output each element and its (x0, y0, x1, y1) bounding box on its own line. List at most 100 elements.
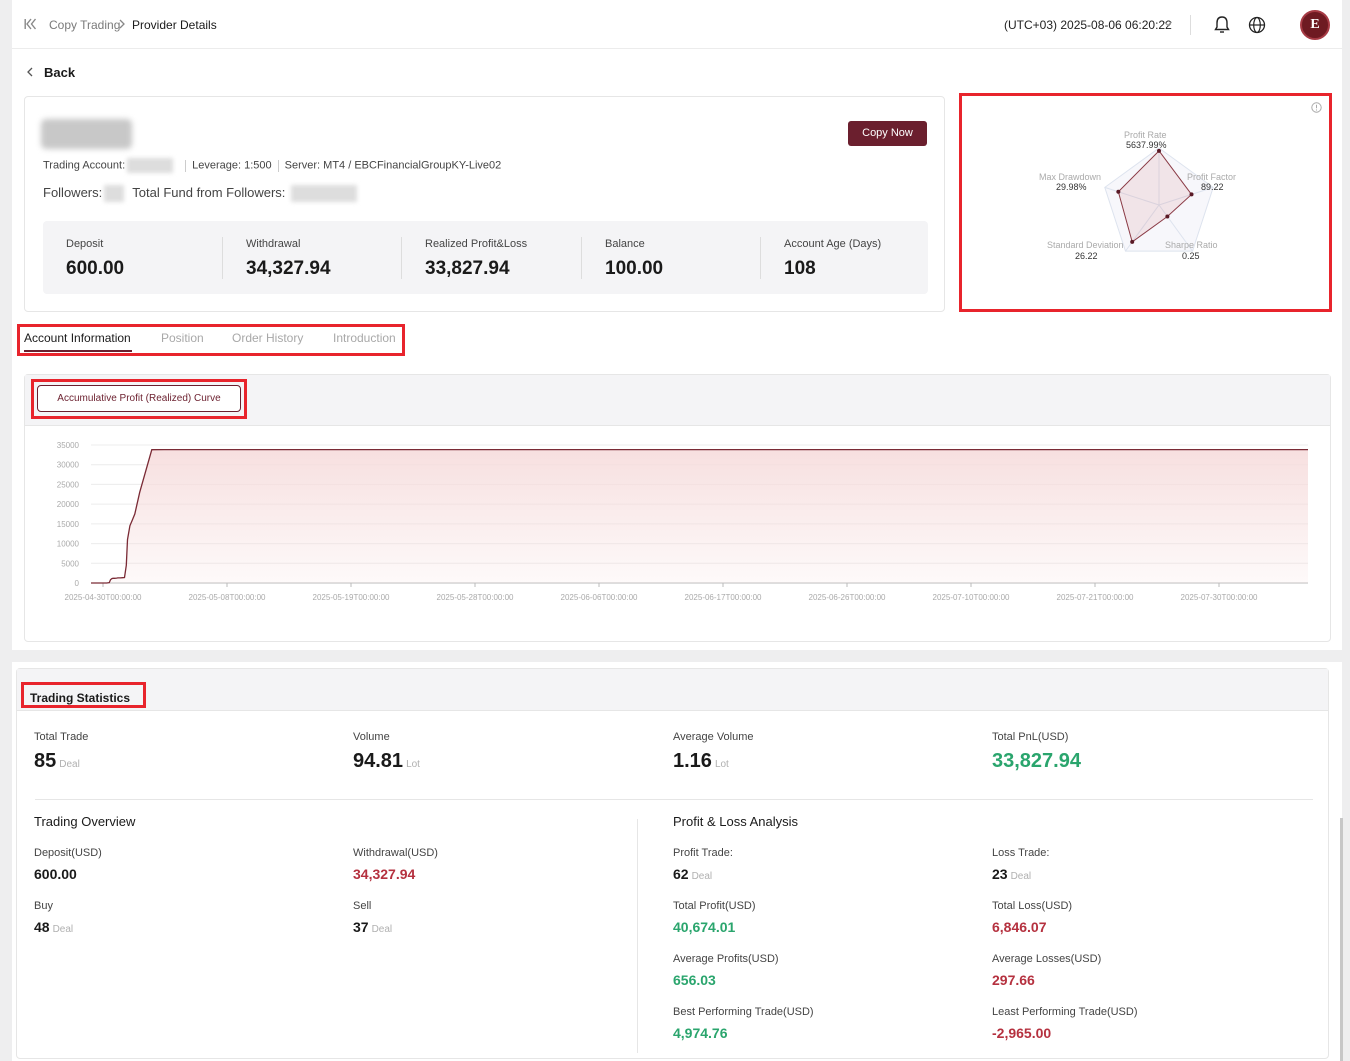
x-tick-label: 2025-06-17T00:00:00 (685, 593, 763, 602)
radar-value-profit-rate: 5637.99% (1126, 140, 1167, 150)
trading-statistics-title: Trading Statistics (30, 691, 131, 705)
kpi-unit: Lot (406, 759, 420, 770)
server-text: Server: MT4 / EBCFinancialGroupKY-Live02 (284, 159, 502, 172)
radar-label-standard-deviation: Standard Deviation (1047, 240, 1124, 250)
trading-statistics-panel: Trading Statistics Total Trade 85 Deal Vo… (12, 662, 1342, 1061)
item-label: Buy (34, 900, 53, 912)
stat-label: Withdrawal (246, 238, 301, 250)
item-label: Least Performing Trade(USD) (992, 1006, 1138, 1018)
stat-realized-pnl: Realized Profit&Loss 33,827.94 (402, 221, 582, 294)
item-label: Total Loss(USD) (992, 900, 1073, 912)
y-tick-label: 35000 (57, 441, 80, 450)
item-value: 62 (673, 866, 689, 882)
kpi-total-pnl: Total PnL(USD) 33,827.94 (992, 731, 1081, 772)
radar-data-point (1189, 192, 1194, 197)
overview-buy: Buy 48 Deal (34, 900, 73, 938)
avatar[interactable]: E (1300, 10, 1330, 40)
chevron-down-icon[interactable] (1163, 20, 1173, 28)
pnl-least-trade: Least Performing Trade(USD) -2,965.00 (992, 1006, 1138, 1041)
stat-label: Deposit (66, 238, 104, 250)
provider-name-redacted (41, 119, 132, 149)
pnl-average-profits: Average Profits(USD) 656.03 (673, 953, 779, 988)
kpi-label: Average Volume (673, 731, 754, 743)
radar-label-sharpe-ratio: Sharpe Ratio (1165, 240, 1218, 250)
item-label: Total Profit(USD) (673, 900, 756, 912)
bell-icon[interactable] (1213, 15, 1231, 35)
timezone-datetime[interactable]: (UTC+03) 2025-08-06 06:20:22 (1004, 18, 1172, 32)
kpi-value: 1.16 (673, 750, 712, 772)
breadcrumb-provider-details: Provider Details (132, 18, 217, 32)
item-label: Loss Trade: (992, 847, 1050, 859)
tab-order-history[interactable]: Order History (232, 331, 303, 345)
item-value: 6,846.07 (992, 919, 1047, 935)
accumulative-profit-curve-button[interactable]: Accumulative Profit (Realized) Curve (37, 385, 241, 412)
stat-value: 600.00 (66, 258, 125, 279)
breadcrumb-copy-trading[interactable]: Copy Trading (49, 18, 120, 32)
stat-label: Account Age (Days) (784, 238, 882, 250)
followers-redacted (104, 185, 125, 203)
item-unit: Deal (371, 924, 393, 935)
tab-position[interactable]: Position (161, 331, 204, 345)
item-value: 600.00 (34, 866, 77, 882)
provider-stats-row: Deposit 600.00 Withdrawal 34,327.94 Real… (43, 221, 928, 294)
kpi-value: 85 (34, 750, 57, 772)
collapse-sidebar-icon[interactable] (24, 18, 37, 30)
provider-info-card: Copy Now Trading Account: Leverage: 1:500… (24, 96, 945, 312)
y-tick-label: 30000 (57, 461, 80, 470)
copy-now-button[interactable]: Copy Now (848, 121, 927, 146)
section-divider (35, 799, 1313, 800)
provider-details-panel: Copy Trading Provider Details (UTC+03) 2… (12, 0, 1342, 650)
overview-sell: Sell 37 Deal (353, 900, 392, 938)
stat-value: 33,827.94 (425, 258, 510, 279)
item-value: -2,965.00 (992, 1025, 1052, 1041)
trading-overview-title: Trading Overview (34, 814, 136, 829)
performance-radar-chart (1104, 147, 1214, 252)
total-fund-redacted (291, 185, 358, 203)
stat-balance: Balance 100.00 (582, 221, 761, 294)
stat-account-age: Account Age (Days) 108 (761, 221, 928, 294)
kpi-value: 94.81 (353, 750, 404, 772)
radar-value-max-drawdown: 29.98% (1056, 182, 1087, 192)
item-label: Profit Trade: (673, 847, 733, 859)
trading-statistics-highlight: Trading Statistics (21, 682, 146, 708)
trading-account-label: Trading Account: (43, 159, 126, 172)
tab-introduction[interactable]: Introduction (333, 331, 396, 345)
pnl-loss-trade: Loss Trade: 23 Deal (992, 847, 1049, 885)
stat-withdrawal: Withdrawal 34,327.94 (223, 221, 402, 294)
item-label: Average Losses(USD) (992, 953, 1102, 965)
y-tick-label: 10000 (57, 540, 80, 549)
overview-withdrawal: Withdrawal(USD) 34,327.94 (353, 847, 438, 882)
x-tick-label: 2025-04-30T00:00:00 (65, 593, 143, 602)
pnl-best-trade: Best Performing Trade(USD) 4,974.76 (673, 1006, 814, 1041)
item-label: Average Profits(USD) (673, 953, 779, 965)
kpi-label: Total PnL(USD) (992, 731, 1069, 743)
header-divider (1190, 15, 1191, 35)
profit-area-fill (91, 449, 1308, 583)
globe-icon[interactable] (1248, 16, 1266, 34)
tab-account-information[interactable]: Account Information (24, 331, 131, 345)
item-label: Best Performing Trade(USD) (673, 1006, 814, 1018)
radar-data-point (1130, 239, 1135, 244)
y-tick-label: 25000 (57, 480, 80, 489)
page-scrollbar[interactable] (1340, 818, 1343, 1061)
radar-data-point (1116, 189, 1121, 194)
pnl-total-profit: Total Profit(USD) 40,674.01 (673, 900, 756, 935)
kpi-total-trade: Total Trade 85 Deal (34, 731, 88, 772)
stat-value: 100.00 (605, 258, 664, 279)
kpi-average-volume: Average Volume 1.16 Lot (673, 731, 754, 772)
x-tick-label: 2025-07-21T00:00:00 (1057, 593, 1135, 602)
y-tick-label: 20000 (57, 500, 80, 509)
kpi-unit: Lot (714, 759, 729, 770)
account-meta: Trading Account: Leverage: 1:500 Server: M… (43, 158, 501, 173)
item-label: Sell (353, 900, 372, 912)
item-value: 297.66 (992, 972, 1035, 988)
chevron-left-icon (27, 67, 33, 77)
item-value: 23 (992, 866, 1008, 882)
followers-label: Followers: (43, 185, 103, 200)
y-tick-label: 15000 (57, 520, 80, 529)
column-divider (637, 819, 638, 1053)
x-tick-label: 2025-05-28T00:00:00 (437, 593, 515, 602)
radar-value-sharpe-ratio: 0.25 (1182, 251, 1200, 261)
leverage-text: Leverage: 1:500 (192, 159, 272, 172)
stat-label: Balance (605, 238, 645, 250)
